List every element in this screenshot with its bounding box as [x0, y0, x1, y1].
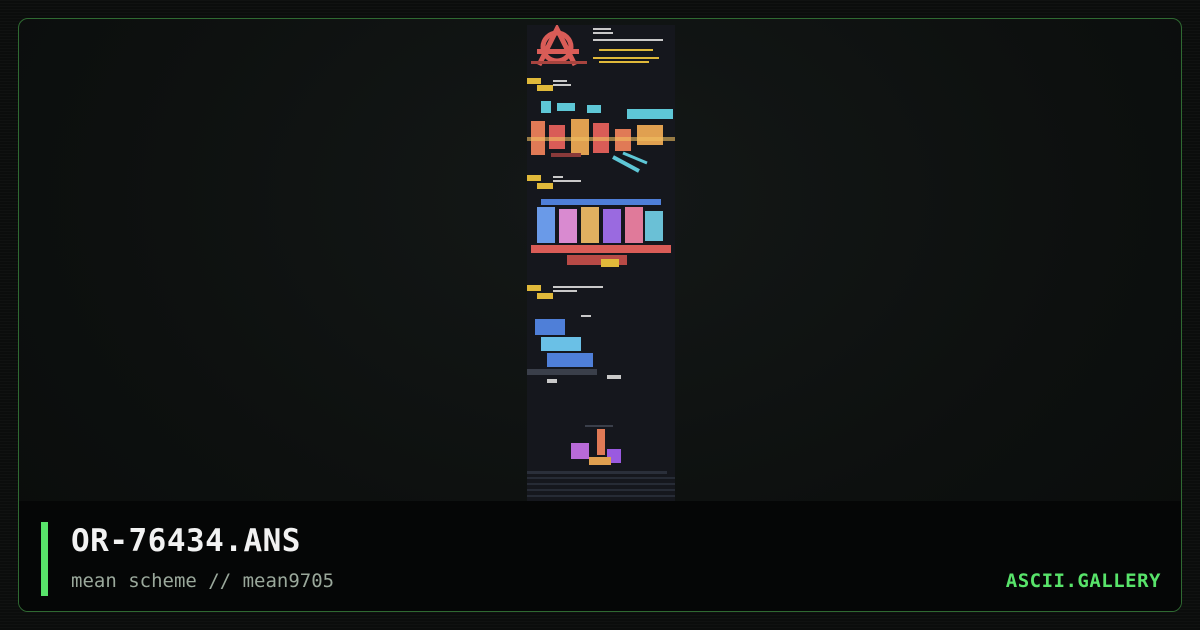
- graffiti-logo-3: [527, 315, 621, 383]
- graffiti-logo-1: [527, 101, 675, 173]
- site-brand[interactable]: ASCII.GALLERY: [1006, 570, 1161, 592]
- graffiti-logo-2: [531, 199, 671, 267]
- anarchy-logo: [531, 25, 587, 67]
- artwork-title: OR-76434.ANS: [71, 523, 301, 559]
- artwork-subtitle: mean scheme // mean9705: [71, 570, 335, 592]
- preview-card: OR-76434.ANS mean scheme // mean9705 ASC…: [18, 18, 1182, 612]
- figure-artwork: [527, 425, 675, 497]
- card-footer: OR-76434.ANS mean scheme // mean9705 ASC…: [19, 501, 1181, 611]
- section-marker: [527, 78, 571, 91]
- section-marker: [527, 285, 603, 299]
- ansi-artwork-preview[interactable]: [527, 25, 675, 501]
- section-marker: [527, 175, 581, 189]
- accent-bar: [41, 522, 48, 596]
- header-text-block: [593, 28, 663, 63]
